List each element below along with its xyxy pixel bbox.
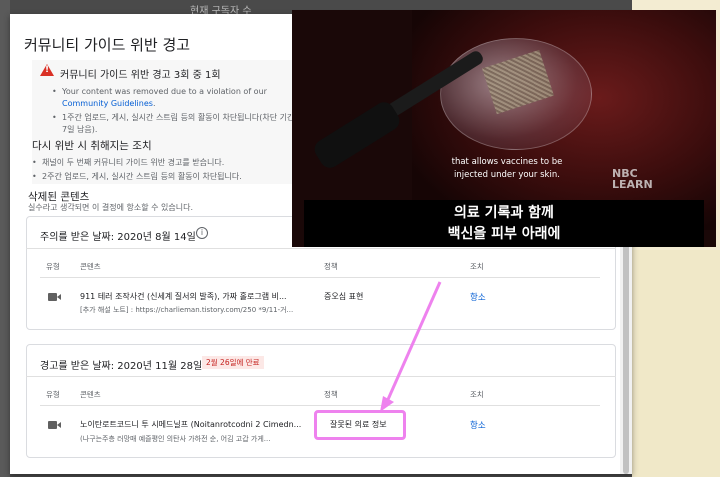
nbc-learn-logo: NBC LEARN [612, 167, 653, 191]
video-english-caption: that allows vaccines to be injected unde… [451, 157, 563, 180]
video-screenshot: that allows vaccines to be injected unde… [292, 10, 716, 247]
video-tool-handle [310, 98, 404, 172]
arrow-head [380, 396, 394, 412]
korean-subtitle: 의료 기록과 함께 백신을 피부 아래에 [447, 205, 561, 242]
arrow-line [384, 281, 442, 405]
